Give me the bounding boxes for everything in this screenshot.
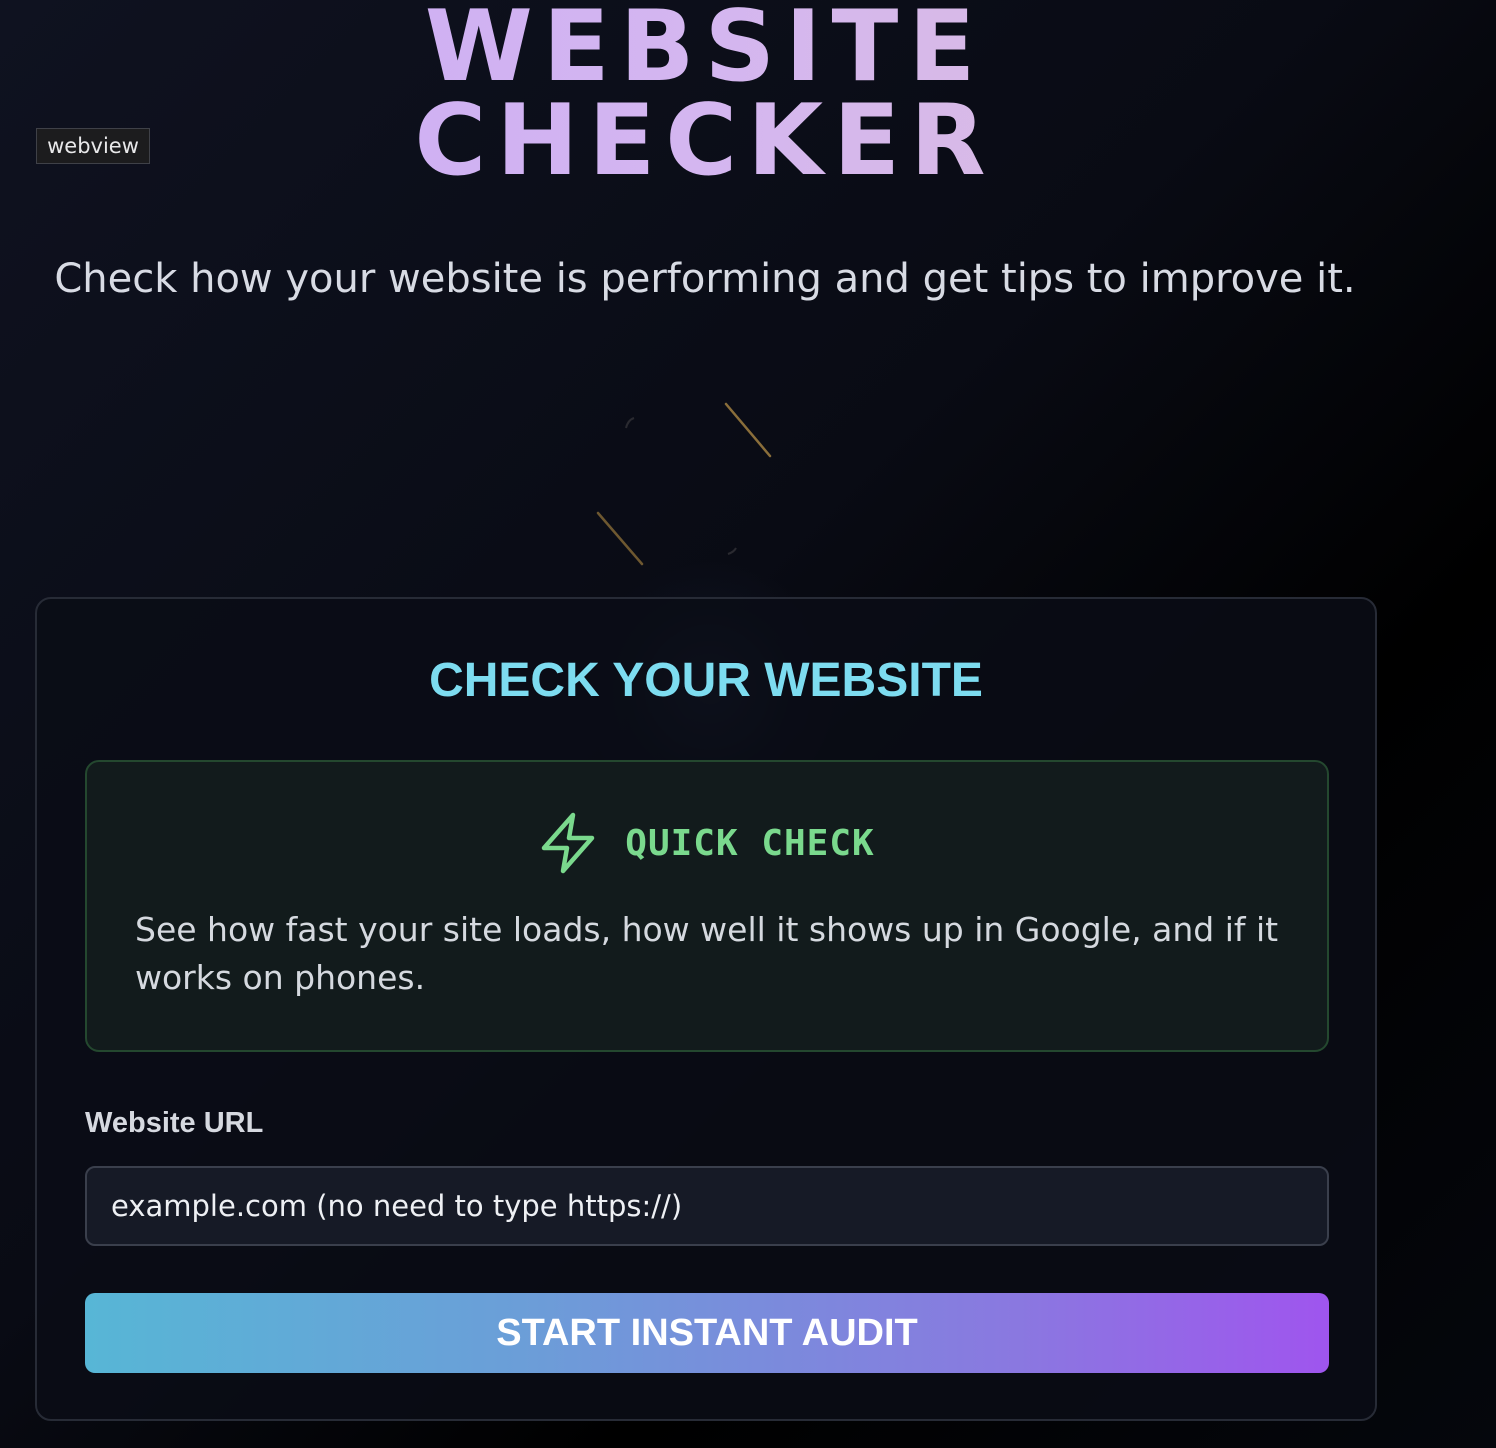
quick-check-header: QUICK CHECK bbox=[87, 812, 1327, 874]
title-line-1: WEBSITE bbox=[424, 0, 986, 104]
loading-spinner-icon bbox=[596, 402, 772, 566]
title-line-2: CHECKER bbox=[414, 84, 996, 198]
website-url-input[interactable] bbox=[85, 1166, 1329, 1246]
page-title: WEBSITE CHECKER bbox=[0, 0, 1410, 188]
quick-check-panel: QUICK CHECK See how fast your site loads… bbox=[85, 760, 1329, 1052]
website-url-label: Website URL bbox=[85, 1107, 264, 1139]
check-website-card: CHECK YOUR WEBSITE QUICK CHECK See how f… bbox=[35, 597, 1377, 1421]
start-audit-button[interactable]: START INSTANT AUDIT bbox=[85, 1293, 1329, 1373]
quick-check-description: See how fast your site loads, how well i… bbox=[135, 910, 1279, 997]
card-title: CHECK YOUR WEBSITE bbox=[429, 654, 983, 707]
page-subtitle: Check how your website is performing and… bbox=[54, 256, 1356, 302]
quick-check-label: QUICK CHECK bbox=[625, 822, 875, 864]
lightning-bolt-icon bbox=[542, 812, 595, 874]
